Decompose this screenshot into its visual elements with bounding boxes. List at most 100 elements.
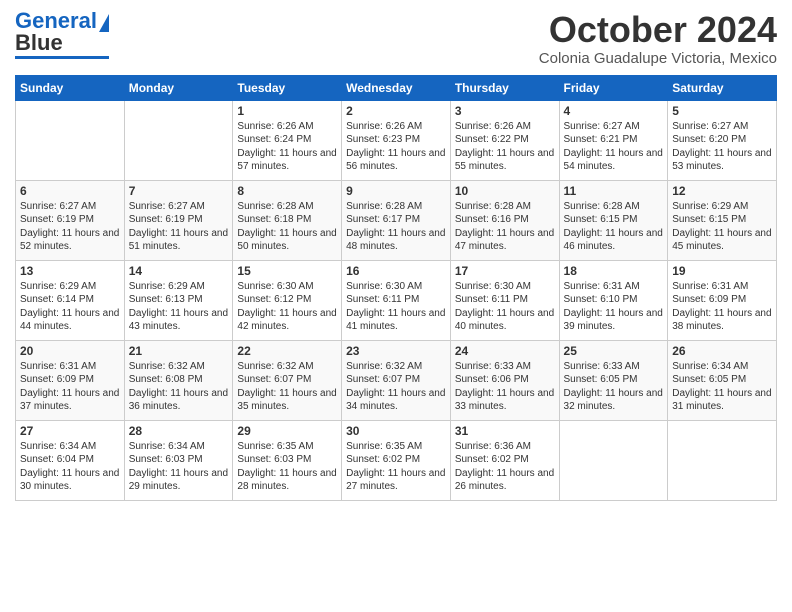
calendar-cell: 7 Sunrise: 6:27 AM Sunset: 6:19 PM Daylig…	[124, 180, 233, 260]
calendar-cell: 16Sunrise: 6:30 AM Sunset: 6:11 PM Dayli…	[342, 260, 451, 340]
day-number: 20	[20, 344, 120, 358]
header-sunday: Sunday	[16, 75, 125, 100]
day-info: Sunrise: 6:27 AM Sunset: 6:19 PM Dayligh…	[129, 200, 229, 254]
day-number: 26	[672, 344, 772, 358]
day-info: Sunrise: 6:31 AM Sunset: 6:09 PM Dayligh…	[672, 280, 772, 334]
month-title: October 2024	[539, 10, 777, 50]
calendar-cell: 15Sunrise: 6:30 AM Sunset: 6:12 PM Dayli…	[233, 260, 342, 340]
day-number: 14	[129, 264, 229, 278]
calendar-cell: 17Sunrise: 6:30 AM Sunset: 6:11 PM Dayli…	[450, 260, 559, 340]
calendar-cell: 21 Sunrise: 6:32 AM Sunset: 6:08 PM Dayli…	[124, 340, 233, 420]
calendar-week-row: 20 Sunrise: 6:31 AM Sunset: 6:09 PM Dayli…	[16, 340, 777, 420]
day-number: 22	[237, 344, 337, 358]
day-number: 13	[20, 264, 120, 278]
calendar-cell: 26 Sunrise: 6:34 AM Sunset: 6:05 PM Dayli…	[668, 340, 777, 420]
calendar-table: SundayMondayTuesdayWednesdayThursdayFrid…	[15, 75, 777, 501]
day-number: 18	[564, 264, 664, 278]
day-info: Sunrise: 6:33 AM Sunset: 6:05 PM Dayligh…	[564, 360, 664, 414]
calendar-cell: 20 Sunrise: 6:31 AM Sunset: 6:09 PM Dayli…	[16, 340, 125, 420]
day-number: 24	[455, 344, 555, 358]
day-number: 23	[346, 344, 446, 358]
day-info: Sunrise: 6:32 AM Sunset: 6:08 PM Dayligh…	[129, 360, 229, 414]
calendar-cell: 23 Sunrise: 6:32 AM Sunset: 6:07 PM Dayli…	[342, 340, 451, 420]
day-info: Sunrise: 6:36 AM Sunset: 6:02 PM Dayligh…	[455, 440, 555, 494]
calendar-cell	[668, 420, 777, 500]
calendar-cell: 9 Sunrise: 6:28 AM Sunset: 6:17 PM Daylig…	[342, 180, 451, 260]
day-info: Sunrise: 6:33 AM Sunset: 6:06 PM Dayligh…	[455, 360, 555, 414]
calendar-week-row: 27 Sunrise: 6:34 AM Sunset: 6:04 PM Dayli…	[16, 420, 777, 500]
day-number: 3	[455, 104, 555, 118]
calendar-cell: 22 Sunrise: 6:32 AM Sunset: 6:07 PM Dayli…	[233, 340, 342, 420]
day-info: Sunrise: 6:29 AM Sunset: 6:14 PM Dayligh…	[20, 280, 120, 334]
day-number: 2	[346, 104, 446, 118]
logo: General Blue	[15, 10, 109, 59]
day-info: Sunrise: 6:26 AM Sunset: 6:22 PM Dayligh…	[455, 120, 555, 174]
calendar-cell: 2 Sunrise: 6:26 AM Sunset: 6:23 PM Daylig…	[342, 100, 451, 180]
day-info: Sunrise: 6:31 AM Sunset: 6:10 PM Dayligh…	[564, 280, 664, 334]
calendar-cell: 4 Sunrise: 6:27 AM Sunset: 6:21 PM Daylig…	[559, 100, 668, 180]
title-block: October 2024 Colonia Guadalupe Victoria,…	[539, 10, 777, 67]
day-number: 7	[129, 184, 229, 198]
calendar-cell: 3 Sunrise: 6:26 AM Sunset: 6:22 PM Daylig…	[450, 100, 559, 180]
day-number: 4	[564, 104, 664, 118]
calendar-cell: 11Sunrise: 6:28 AM Sunset: 6:15 PM Dayli…	[559, 180, 668, 260]
day-number: 17	[455, 264, 555, 278]
calendar-cell: 24 Sunrise: 6:33 AM Sunset: 6:06 PM Dayli…	[450, 340, 559, 420]
day-number: 27	[20, 424, 120, 438]
day-info: Sunrise: 6:35 AM Sunset: 6:02 PM Dayligh…	[346, 440, 446, 494]
day-number: 29	[237, 424, 337, 438]
logo-blue: Blue	[15, 32, 63, 54]
day-number: 19	[672, 264, 772, 278]
calendar-week-row: 13 Sunrise: 6:29 AM Sunset: 6:14 PM Dayli…	[16, 260, 777, 340]
logo-underline	[15, 56, 109, 59]
header-tuesday: Tuesday	[233, 75, 342, 100]
header-friday: Friday	[559, 75, 668, 100]
calendar-week-row: 6 Sunrise: 6:27 AM Sunset: 6:19 PM Daylig…	[16, 180, 777, 260]
day-number: 25	[564, 344, 664, 358]
day-info: Sunrise: 6:27 AM Sunset: 6:19 PM Dayligh…	[20, 200, 120, 254]
day-info: Sunrise: 6:28 AM Sunset: 6:17 PM Dayligh…	[346, 200, 446, 254]
day-info: Sunrise: 6:27 AM Sunset: 6:20 PM Dayligh…	[672, 120, 772, 174]
calendar-cell: 10Sunrise: 6:28 AM Sunset: 6:16 PM Dayli…	[450, 180, 559, 260]
day-info: Sunrise: 6:29 AM Sunset: 6:15 PM Dayligh…	[672, 200, 772, 254]
day-info: Sunrise: 6:28 AM Sunset: 6:15 PM Dayligh…	[564, 200, 664, 254]
day-info: Sunrise: 6:28 AM Sunset: 6:18 PM Dayligh…	[237, 200, 337, 254]
calendar-cell	[124, 100, 233, 180]
logo-general: General	[15, 10, 97, 32]
day-number: 16	[346, 264, 446, 278]
calendar-week-row: 1Sunrise: 6:26 AM Sunset: 6:24 PM Daylig…	[16, 100, 777, 180]
day-info: Sunrise: 6:30 AM Sunset: 6:12 PM Dayligh…	[237, 280, 337, 334]
calendar-cell: 25 Sunrise: 6:33 AM Sunset: 6:05 PM Dayli…	[559, 340, 668, 420]
day-info: Sunrise: 6:32 AM Sunset: 6:07 PM Dayligh…	[237, 360, 337, 414]
day-number: 31	[455, 424, 555, 438]
header: General Blue October 2024 Colonia Guadal…	[15, 10, 777, 67]
calendar-header-row: SundayMondayTuesdayWednesdayThursdayFrid…	[16, 75, 777, 100]
page-container: General Blue October 2024 Colonia Guadal…	[0, 0, 792, 511]
calendar-cell: 1Sunrise: 6:26 AM Sunset: 6:24 PM Daylig…	[233, 100, 342, 180]
day-number: 6	[20, 184, 120, 198]
day-info: Sunrise: 6:34 AM Sunset: 6:04 PM Dayligh…	[20, 440, 120, 494]
day-info: Sunrise: 6:34 AM Sunset: 6:03 PM Dayligh…	[129, 440, 229, 494]
calendar-cell: 8 Sunrise: 6:28 AM Sunset: 6:18 PM Daylig…	[233, 180, 342, 260]
day-number: 30	[346, 424, 446, 438]
day-number: 21	[129, 344, 229, 358]
logo-triangle-icon	[99, 14, 109, 32]
day-info: Sunrise: 6:31 AM Sunset: 6:09 PM Dayligh…	[20, 360, 120, 414]
day-number: 8	[237, 184, 337, 198]
header-wednesday: Wednesday	[342, 75, 451, 100]
calendar-cell	[559, 420, 668, 500]
day-number: 9	[346, 184, 446, 198]
day-number: 12	[672, 184, 772, 198]
calendar-cell: 27 Sunrise: 6:34 AM Sunset: 6:04 PM Dayli…	[16, 420, 125, 500]
day-info: Sunrise: 6:32 AM Sunset: 6:07 PM Dayligh…	[346, 360, 446, 414]
calendar-cell: 28Sunrise: 6:34 AM Sunset: 6:03 PM Dayli…	[124, 420, 233, 500]
header-saturday: Saturday	[668, 75, 777, 100]
day-info: Sunrise: 6:27 AM Sunset: 6:21 PM Dayligh…	[564, 120, 664, 174]
day-number: 10	[455, 184, 555, 198]
location-title: Colonia Guadalupe Victoria, Mexico	[539, 50, 777, 67]
day-info: Sunrise: 6:26 AM Sunset: 6:23 PM Dayligh…	[346, 120, 446, 174]
calendar-cell: 12 Sunrise: 6:29 AM Sunset: 6:15 PM Dayli…	[668, 180, 777, 260]
day-info: Sunrise: 6:34 AM Sunset: 6:05 PM Dayligh…	[672, 360, 772, 414]
day-number: 1	[237, 104, 337, 118]
day-info: Sunrise: 6:35 AM Sunset: 6:03 PM Dayligh…	[237, 440, 337, 494]
